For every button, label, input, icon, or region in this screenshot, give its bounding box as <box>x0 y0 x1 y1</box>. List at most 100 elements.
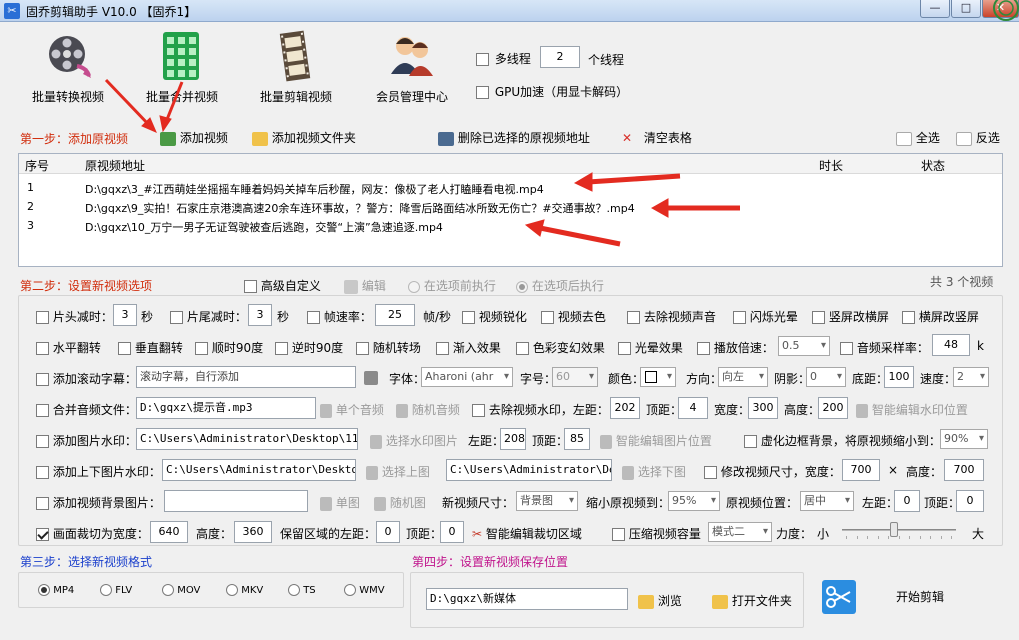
fade-in-checkbox[interactable] <box>436 342 449 355</box>
sharpen-option[interactable]: 视频锐化 <box>462 308 527 325</box>
tail-cut-option[interactable]: 片尾减时： <box>170 308 247 325</box>
thread-count-input[interactable]: 2 <box>540 46 580 68</box>
wm-left-input[interactable]: 202 <box>610 397 640 419</box>
slider-thumb[interactable] <box>890 522 898 537</box>
minimize-button[interactable]: — <box>920 0 950 18</box>
keep-left-input[interactable]: 0 <box>376 521 400 543</box>
hflip-option[interactable]: 水平翻转 <box>36 339 101 356</box>
v2h-checkbox[interactable] <box>812 311 825 324</box>
decolor-checkbox[interactable] <box>541 311 554 324</box>
orig-pos-select[interactable]: 居中 <box>800 491 854 511</box>
top-input[interactable]: 0 <box>956 490 984 512</box>
video-table[interactable]: 序号 原视频地址 时长 状态 1 D:\gqxz\3_#江西萌娃坐摇摇车睡着妈妈… <box>18 153 1003 267</box>
blur-select[interactable]: 90% <box>940 429 988 449</box>
bg-img-checkbox[interactable] <box>36 497 49 510</box>
clear-table-button[interactable]: ✕ 清空表格 <box>622 129 692 146</box>
bg-img-option[interactable]: 添加视频背景图片： <box>36 494 161 511</box>
resize-w-input[interactable]: 700 <box>842 459 880 481</box>
bg-img-path[interactable] <box>164 490 308 512</box>
format-ts-option[interactable]: TS <box>288 584 316 596</box>
random-img-button[interactable]: 随机图 <box>374 494 426 511</box>
delete-selected-button[interactable]: 删除已选择的原视频地址 <box>438 129 590 146</box>
hflip-checkbox[interactable] <box>36 342 49 355</box>
add-folder-button[interactable]: 添加视频文件夹 <box>252 129 356 146</box>
remove-watermark-checkbox[interactable] <box>472 404 485 417</box>
format-mkv-option[interactable]: MKV <box>226 584 263 596</box>
advanced-checkbox[interactable] <box>244 280 257 293</box>
new-size-select[interactable]: 背景图 <box>516 491 578 511</box>
random-rotate-option[interactable]: 随机转场 <box>356 339 421 356</box>
blur-border-option[interactable]: 虚化边框背景，将原视频缩小到： <box>744 432 941 449</box>
tail-cut-checkbox[interactable] <box>170 311 183 324</box>
shadow-select[interactable]: 0 <box>806 367 846 387</box>
rot90ccw-option[interactable]: 逆时90度 <box>275 339 343 356</box>
img-left-input[interactable]: 208 <box>500 428 526 450</box>
choose-top-button[interactable]: 选择上图 <box>366 463 430 480</box>
crop-w-input[interactable]: 640 <box>150 521 188 543</box>
format-mov-option[interactable]: MOV <box>162 584 200 596</box>
color-select[interactable] <box>640 367 676 387</box>
fps-checkbox[interactable] <box>307 311 320 324</box>
format-flv-option[interactable]: FLV <box>100 584 132 596</box>
compress-mode-select[interactable]: 模式二 <box>708 522 772 542</box>
speed2-select[interactable]: 2 <box>953 367 989 387</box>
multithread-checkbox[interactable] <box>476 53 489 66</box>
img-wm-option[interactable]: 添加图片水印： <box>36 432 137 449</box>
format-ts-radio[interactable] <box>288 584 300 596</box>
top-img-path[interactable]: C:\Users\Administrator\Desktop\i <box>162 459 356 481</box>
open-folder-button[interactable]: 打开文件夹 <box>712 592 792 609</box>
speed-option[interactable]: 播放倍速： <box>697 339 774 356</box>
batch-convert-button[interactable]: 批量转换视频 <box>28 30 108 110</box>
compress-checkbox[interactable] <box>612 528 625 541</box>
merge-audio-checkbox[interactable] <box>36 404 49 417</box>
resize-option[interactable]: 修改视频尺寸，宽度： <box>704 463 841 480</box>
sample-rate-checkbox[interactable] <box>840 342 853 355</box>
speed-select[interactable]: 0.5 <box>778 336 830 356</box>
sample-rate-option[interactable]: 音频采样率： <box>840 339 929 356</box>
remove-audio-option[interactable]: 去除视频声音 <box>627 308 716 325</box>
save-path-input[interactable]: D:\gqxz\新媒体 <box>426 588 628 610</box>
vflip-option[interactable]: 垂直翻转 <box>118 339 183 356</box>
img-top-input[interactable]: 85 <box>564 428 590 450</box>
wm-top-input[interactable]: 4 <box>678 397 708 419</box>
format-flv-radio[interactable] <box>100 584 112 596</box>
decolor-option[interactable]: 视频去色 <box>541 308 606 325</box>
h2v-checkbox[interactable] <box>902 311 915 324</box>
fontsize-select[interactable]: 60 <box>552 367 598 387</box>
multithread-option[interactable]: 多线程 <box>476 50 531 67</box>
sharpen-checkbox[interactable] <box>462 311 475 324</box>
before-radio[interactable] <box>408 280 420 293</box>
halo-option[interactable]: 光晕效果 <box>618 339 683 356</box>
flash-checkbox[interactable] <box>733 311 746 324</box>
scroll-sub-checkbox[interactable] <box>36 373 49 386</box>
invert-selection-button[interactable]: 反选 <box>956 129 1000 146</box>
remove-watermark-option[interactable]: 去除视频水印，左距： <box>472 401 609 418</box>
flash-option[interactable]: 闪烁光晕 <box>733 308 798 325</box>
halo-checkbox[interactable] <box>618 342 631 355</box>
scroll-text-input[interactable]: 滚动字幕，自行添加 <box>136 366 356 388</box>
fade-in-option[interactable]: 渐入效果 <box>436 339 501 356</box>
table-row[interactable]: 2 D:\gqxz\9_实拍！石家庄京港澳高速20余车连环事故，？警方：降雪后路… <box>19 197 1002 216</box>
single-audio-button[interactable]: 单个音频 <box>320 401 384 418</box>
batch-edit-button[interactable]: 批量剪辑视频 <box>256 30 336 110</box>
random-rotate-checkbox[interactable] <box>356 342 369 355</box>
resize-checkbox[interactable] <box>704 466 717 479</box>
gpu-checkbox[interactable] <box>476 86 489 99</box>
h2v-option[interactable]: 横屏改竖屏 <box>902 308 979 325</box>
smart-crop-button[interactable]: ✂ 智能编辑裁切区域 <box>472 525 582 542</box>
tb-wm-option[interactable]: 添加上下图片水印： <box>36 463 161 480</box>
bottom-input[interactable]: 100 <box>884 366 914 388</box>
member-center-button[interactable]: 会员管理中心 <box>372 30 452 110</box>
direction-select[interactable]: 向左 <box>718 367 768 387</box>
choose-bottom-button[interactable]: 选择下图 <box>622 463 686 480</box>
text-edit-icon[interactable] <box>364 370 378 385</box>
img-wm-path[interactable]: C:\Users\Administrator\Desktop\111.j <box>136 428 358 450</box>
advanced-option[interactable]: 高级自定义 <box>244 277 321 294</box>
compress-option[interactable]: 压缩视频容量 <box>612 525 701 542</box>
smart-img-button[interactable]: 智能编辑图片位置 <box>600 432 712 449</box>
random-audio-button[interactable]: 随机音频 <box>396 401 460 418</box>
after-radio[interactable] <box>516 280 528 293</box>
crop-h-input[interactable]: 360 <box>234 521 272 543</box>
format-mkv-radio[interactable] <box>226 584 238 596</box>
speed-checkbox[interactable] <box>697 342 710 355</box>
